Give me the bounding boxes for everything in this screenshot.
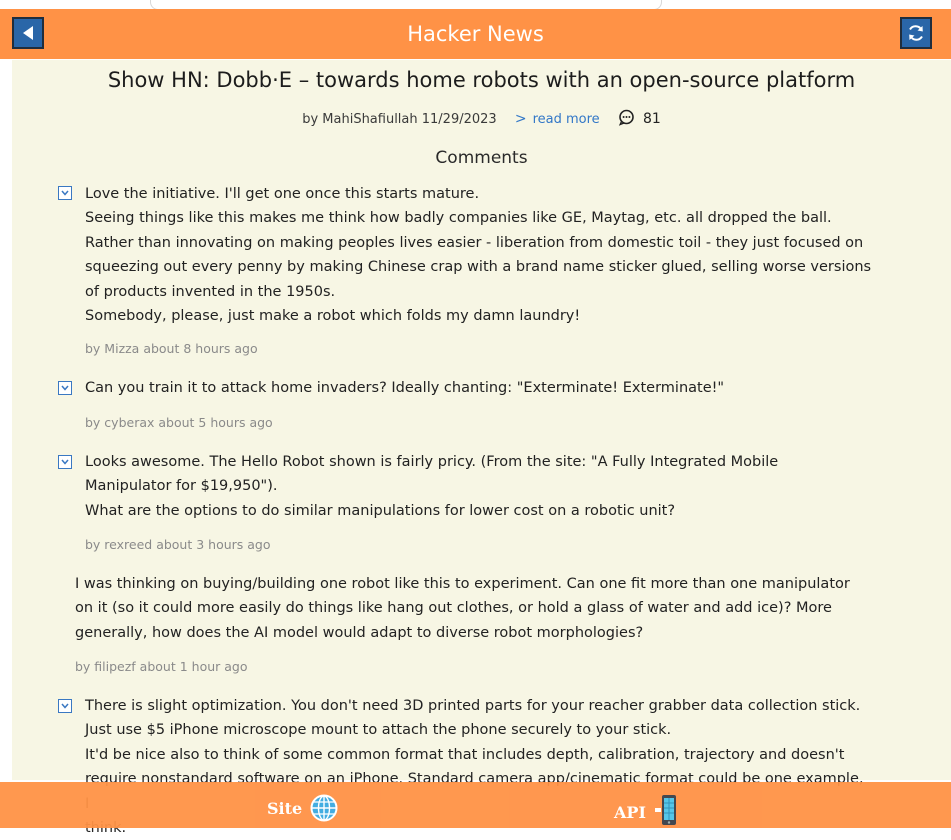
site-button[interactable]: Site	[267, 794, 338, 826]
app-header: Hacker News	[0, 9, 951, 59]
comment-bubble-icon	[618, 109, 635, 130]
main-content: Show HN: Dobb·E – towards home robots wi…	[12, 60, 951, 836]
collapse-toggle-icon	[61, 190, 69, 196]
collapse-toggle-icon	[61, 459, 69, 465]
chevron-right-icon: >	[514, 111, 527, 127]
collapse-toggle[interactable]	[58, 381, 72, 395]
app-title: Hacker News	[407, 22, 544, 46]
comments-heading: Comments	[435, 148, 528, 168]
comment-author[interactable]: by Mizza about 8 hours ago	[85, 341, 258, 356]
post-byline: by MahiShafiullah 11/29/2023	[302, 112, 497, 127]
comment-author[interactable]: by cyberax about 5 hours ago	[85, 415, 273, 430]
collapse-toggle[interactable]	[58, 455, 72, 469]
refresh-icon	[909, 25, 923, 41]
comment-text: I was thinking on buying/building one ro…	[75, 576, 850, 641]
collapse-toggle[interactable]	[58, 699, 72, 713]
collapse-toggle[interactable]	[58, 186, 72, 200]
collapse-toggle-icon	[61, 703, 69, 709]
api-button[interactable]: API	[614, 794, 680, 830]
comment-text: Looks awesome. The Hello Robot shown is …	[85, 454, 779, 519]
read-more-link[interactable]: > read more	[514, 111, 600, 127]
comment-author[interactable]: by rexreed about 3 hours ago	[85, 537, 271, 552]
comment-text: Love the initiative. I'll get one once t…	[85, 186, 872, 325]
post-title[interactable]: Show HN: Dobb·E – towards home robots wi…	[12, 68, 951, 92]
mobile-phone-icon	[654, 794, 680, 830]
post-meta: by MahiShafiullah 11/29/2023 > read more …	[12, 109, 951, 130]
globe-icon	[310, 794, 338, 826]
comment-text: Can you train it to attack home invaders…	[85, 380, 725, 396]
collapse-toggle-icon	[61, 385, 69, 391]
comment-author[interactable]: by filipezf about 1 hour ago	[75, 659, 248, 674]
comment-count: 81	[642, 111, 661, 127]
refresh-button[interactable]	[900, 17, 932, 49]
footer-bar: Site API	[0, 782, 951, 828]
